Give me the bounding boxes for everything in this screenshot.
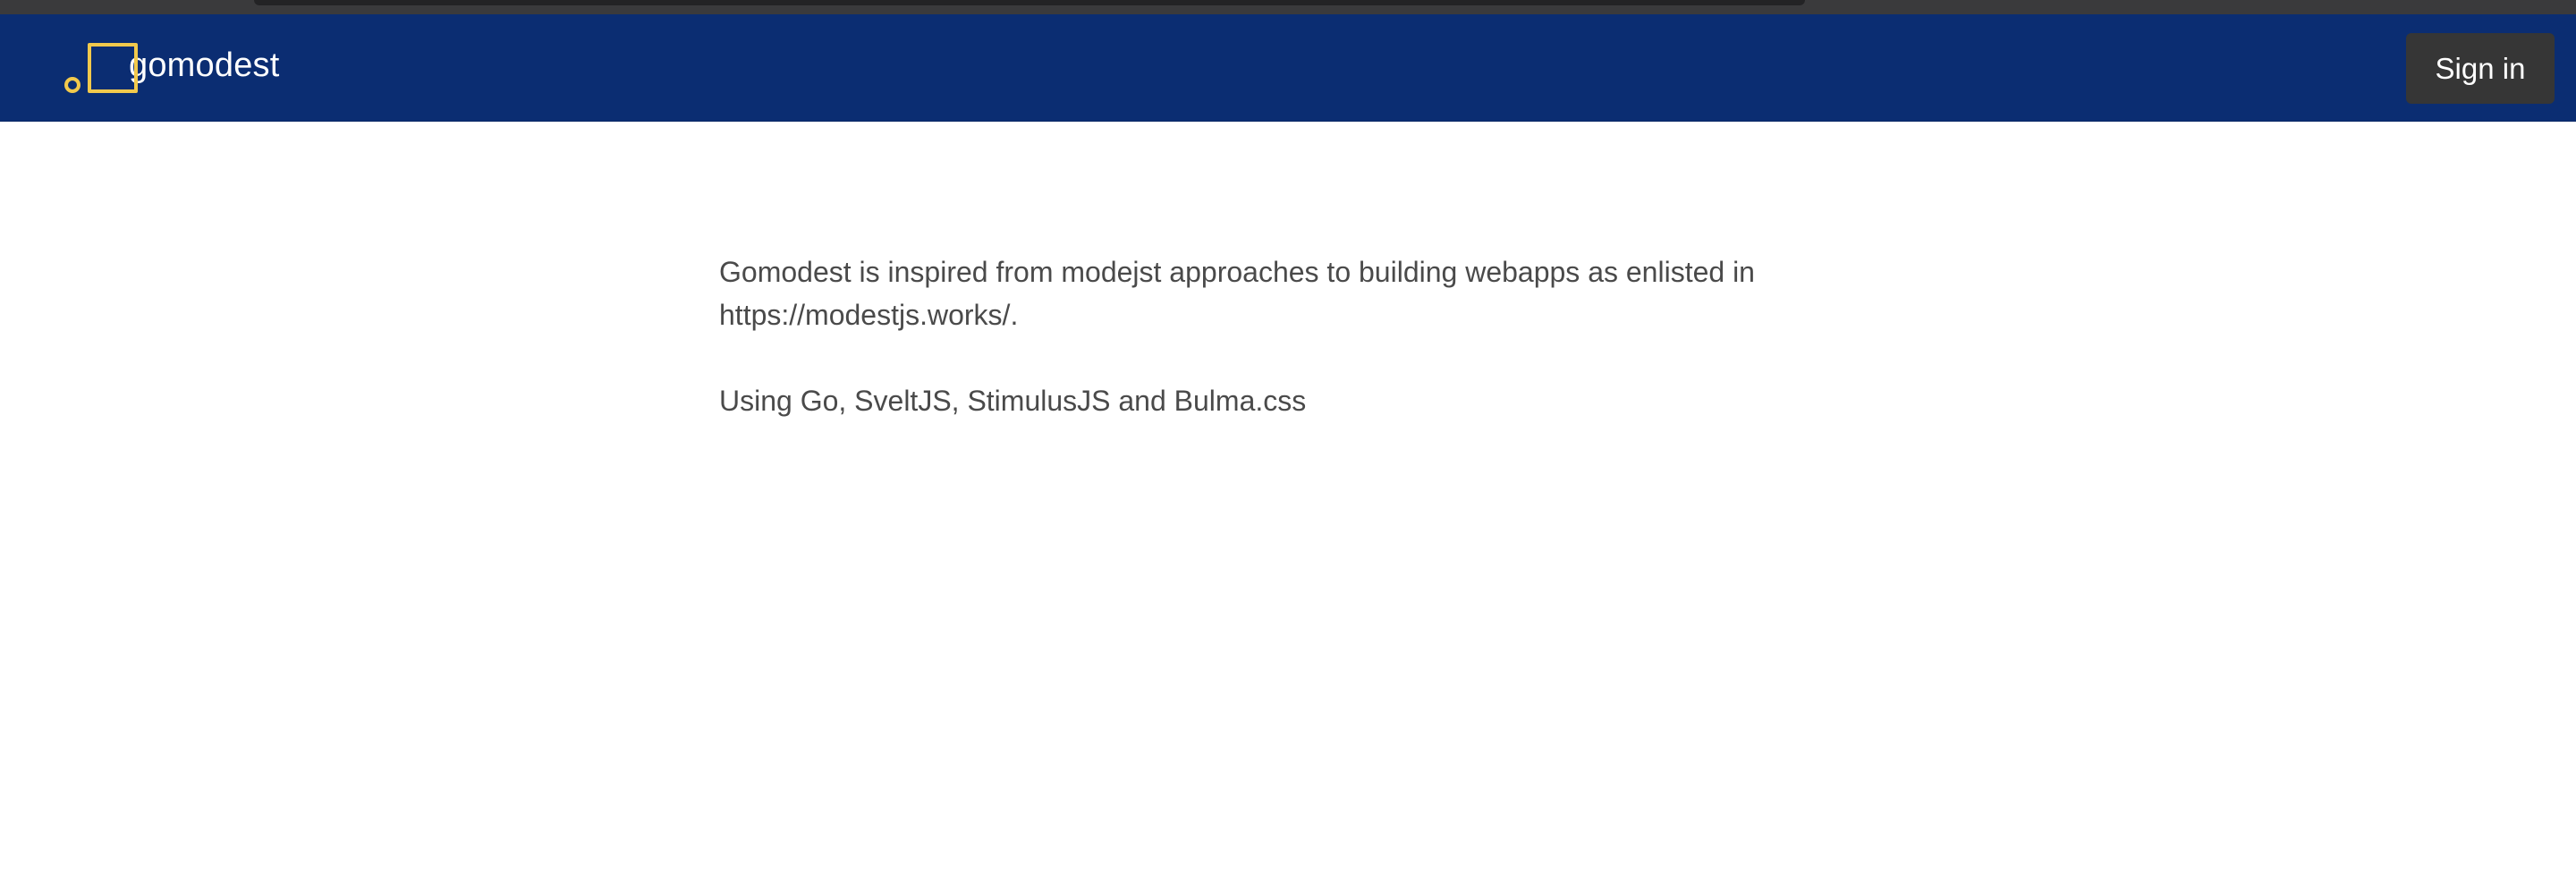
logo-dot-shape [64, 77, 80, 93]
main-content: Gomodest is inspired from modejst approa… [719, 250, 1846, 465]
brand-name: gomodest [129, 47, 280, 84]
intro-paragraph: Gomodest is inspired from modejst approa… [719, 256, 1755, 331]
gomodest-logo-icon [63, 43, 140, 107]
brand-home-link[interactable]: gomodest [63, 43, 279, 107]
top-navbar: gomodest Sign in [0, 14, 2576, 122]
browser-address-bar-edge [254, 0, 1805, 5]
browser-top-strip [0, 0, 2576, 14]
tech-stack-paragraph: Using Go, SveltJS, StimulusJS and Bulma.… [719, 385, 1307, 417]
logo-square-shape [88, 43, 138, 93]
sign-in-button[interactable]: Sign in [2406, 33, 2555, 104]
